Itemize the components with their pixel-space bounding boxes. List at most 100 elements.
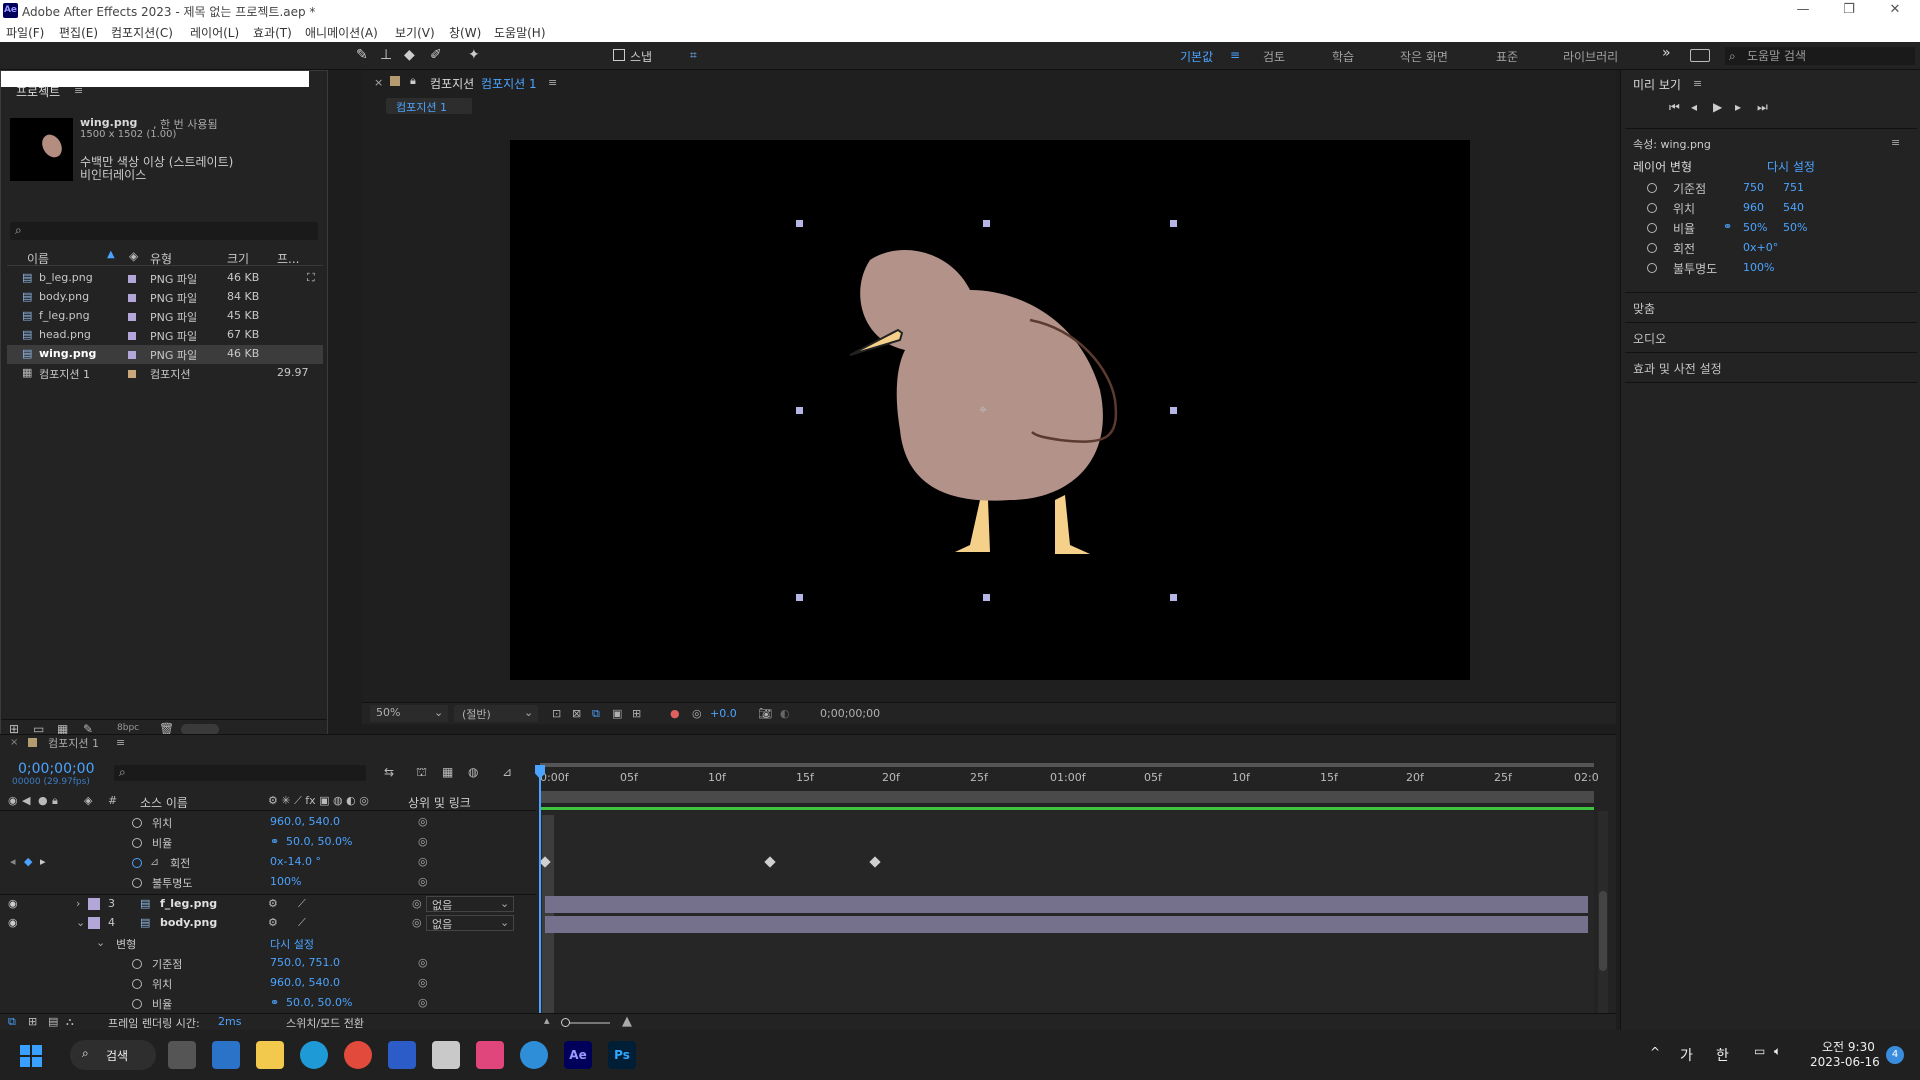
render-time-icon[interactable]: ⛬ [66,1015,74,1029]
panel-layout-icon[interactable] [1690,49,1710,62]
track-area[interactable] [540,811,1594,1015]
collapse-chevron-icon[interactable]: ⌄ [76,916,85,929]
constrain-link-icon[interactable]: ⚭ [1723,220,1732,233]
project-file-row-selected[interactable]: ▤ wing.png PNG 파일 46 KB [7,345,323,364]
edge-icon[interactable] [300,1041,328,1069]
flowchart-icon[interactable]: ⛶ [307,271,315,285]
playhead[interactable] [539,767,541,1015]
project-file-row[interactable]: ▦ 컴포지션 1 컴포지션 29.97 [7,364,323,383]
stopwatch-icon[interactable] [132,999,142,1009]
layer-row[interactable]: ◉ ⌄ 4 ▤ body.png ⚙ ⟋ ◎ 없음 ⌄ [0,914,536,933]
show-snapshot-icon[interactable]: ◐ [780,707,790,720]
workspace-small-screen[interactable]: 작은 화면 [1400,48,1448,65]
in-out-icon[interactable]: ▤ [48,1015,58,1028]
clone-stamp-icon[interactable]: ⊥ [380,47,392,63]
zoom-dropdown[interactable]: 50% ⌄ [370,705,448,722]
workspace-learn[interactable]: 학습 [1332,48,1354,65]
pickwhip-icon[interactable]: ◎ [418,956,428,969]
transform-handle[interactable] [796,407,803,414]
stopwatch-icon[interactable] [132,878,142,888]
file-explorer-icon[interactable] [256,1041,284,1069]
next-keyframe-icon[interactable]: ▸ [40,855,46,868]
volume-icon[interactable]: 🔈︎ [1774,1044,1781,1059]
project-file-row[interactable]: ▤ b_leg.png PNG 파일 46 KB ⛶ [7,269,323,288]
property-value[interactable]: 100% [270,875,301,888]
menu-view[interactable]: 보기(V) [395,24,435,41]
comp-navigator-tab[interactable]: 컴포지션 1 [386,98,472,114]
pickwhip-icon[interactable]: ◎ [418,996,428,1009]
clock-date[interactable]: 2023-06-16 [1810,1055,1880,1069]
transparency-grid-icon[interactable]: ⊠ [572,707,581,720]
zoom-out-icon[interactable]: ▴ [544,1014,550,1027]
property-value[interactable]: 50.0, 50.0% [286,835,352,848]
layer-duration-bar[interactable] [545,896,1588,913]
pickwhip-icon[interactable]: ◎ [412,916,422,929]
region-of-interest-icon[interactable]: ▣ [612,707,622,720]
close-icon[interactable]: ✕ [1872,0,1918,21]
stopwatch-icon[interactable] [132,979,142,989]
anchor-point-icon[interactable]: ⌖ [979,402,987,418]
menu-edit[interactable]: 편집(E) [59,24,98,41]
layer-row[interactable]: ◉ › 3 ▤ f_leg.png ⚙ ⟋ ◎ 없음 ⌄ [0,894,536,913]
transform-handle[interactable] [796,594,803,601]
prop-value-1[interactable]: 50% [1743,221,1767,234]
comp-tab-prefix[interactable]: 컴포지션 [430,75,474,92]
effects-presets-panel[interactable]: 효과 및 사전 설정 [1633,360,1722,377]
layer-switches-icon[interactable]: ⧉ [8,1015,16,1029]
constrain-link-icon[interactable]: ⚭ [270,996,279,1009]
video-toggle-icon[interactable]: ◉ [8,794,18,807]
transform-handle[interactable] [1170,220,1177,227]
scrollbar-thumb[interactable] [1599,891,1607,971]
quality-switch-icon[interactable]: ⟋ [298,916,306,930]
column-size[interactable]: 크기 [227,250,249,267]
collapse-chevron-icon[interactable]: ⌄ [96,936,105,949]
snap-checkbox[interactable] [613,49,625,61]
roto-brush-icon[interactable]: ✐ [430,47,442,63]
motion-blur-icon[interactable]: ◍ [468,765,478,779]
minimize-icon[interactable]: — [1780,0,1826,21]
shy-layers-icon[interactable]: ⛫ [416,765,427,781]
property-value[interactable]: 750.0, 751.0 [270,956,340,969]
transform-handle[interactable] [1170,594,1177,601]
timeline-scrollbar[interactable] [1598,811,1608,1021]
audio-panel[interactable]: 오디오 [1633,330,1666,347]
preview-panel-title[interactable]: 미리 보기 [1633,76,1681,93]
transform-group-row[interactable]: ⌄ 변형 다시 설정 [0,934,536,953]
expand-chevron-icon[interactable]: › [76,897,80,910]
mask-visibility-icon[interactable]: ⧉ [592,707,600,721]
snap-options-icon[interactable]: ⌗ [690,48,697,63]
composition-viewer[interactable]: ⌖ [510,140,1470,680]
pin-app-icon[interactable] [388,1041,416,1069]
stopwatch-icon[interactable] [1647,223,1657,233]
property-value[interactable]: 960.0, 540.0 [270,815,340,828]
prop-value-1[interactable]: 0x+0° [1743,241,1778,254]
stopwatch-active-icon[interactable] [132,858,142,868]
workspace-standard[interactable]: 표준 [1496,48,1518,65]
prev-frame-icon[interactable]: ◂ [1691,100,1697,114]
ime-mode-hangul[interactable]: 가 [1680,1045,1693,1065]
stopwatch-icon[interactable] [132,838,142,848]
prop-value-1[interactable]: 960 [1743,201,1764,214]
stopwatch-icon[interactable] [1647,183,1657,193]
label-swatch[interactable] [128,275,136,283]
column-type[interactable]: 유형 [150,250,172,267]
zoom-in-icon[interactable]: ▲ [622,1014,632,1029]
timeline-timecode[interactable]: 0;00;00;00 [18,761,95,777]
close-tab-icon[interactable]: × [374,76,383,89]
brush-tool-icon[interactable]: ✎ [356,47,368,63]
graph-icon[interactable]: ⊿ [150,855,159,868]
play-icon[interactable]: ▶ [1713,100,1722,114]
assistant-icon[interactable] [520,1041,548,1069]
after-effects-icon[interactable]: Ae [564,1041,592,1069]
layer-name[interactable]: f_leg.png [160,897,217,910]
shy-switch-icon[interactable]: ⚙ [268,897,278,910]
work-area-range[interactable] [540,791,1594,803]
exposure-value[interactable]: +0.0 [710,707,737,720]
graph-editor-icon[interactable]: ⊿ [502,765,512,779]
help-search-input[interactable]: ⌕ 도움말 검색 [1725,47,1915,65]
resolution-dropdown[interactable]: (절반) ⌄ [454,705,538,722]
pickwhip-icon[interactable]: ◎ [418,855,428,868]
work-area-bar[interactable] [540,763,1594,767]
menu-file[interactable]: 파일(F) [6,24,44,41]
transform-handle[interactable] [983,594,990,601]
